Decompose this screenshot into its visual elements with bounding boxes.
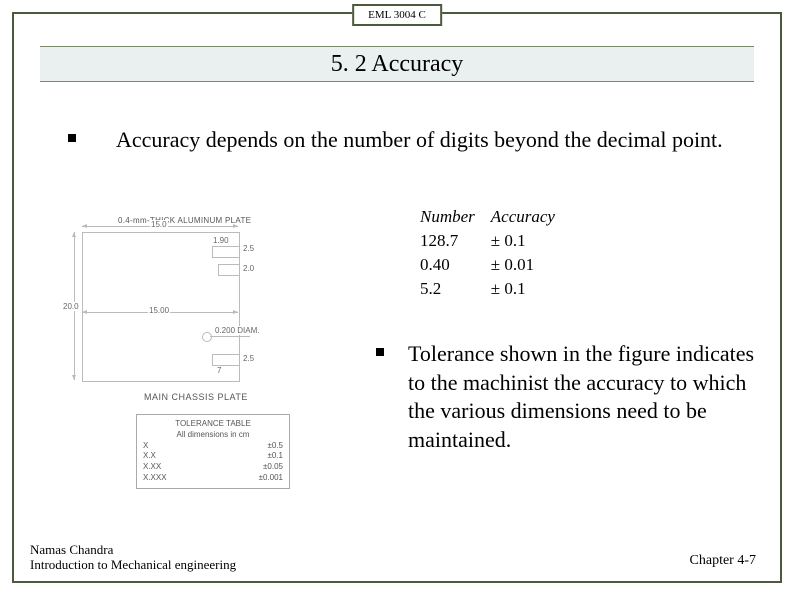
cell-number: 0.40: [420, 254, 489, 276]
dim-label: 2.5: [242, 354, 255, 363]
dim-label: 7: [216, 366, 222, 375]
dim-label: 2.0: [242, 264, 255, 273]
tol-value: ±0.1: [267, 451, 283, 462]
tol-value: ±0.001: [259, 473, 283, 484]
bullet-text-1: Accuracy depends on the number of digits…: [116, 126, 748, 155]
tolerance-header-1: TOLERANCE TABLE: [143, 419, 283, 430]
book-subtitle: Introduction to Mechanical engineering: [30, 557, 236, 573]
tol-pattern: X.XX: [143, 462, 161, 473]
dim-label: 0.200 DIAM.: [214, 326, 260, 335]
bullet-item-2: Tolerance shown in the figure indicates …: [376, 340, 776, 454]
tolerance-table: TOLERANCE TABLE All dimensions in cm X ±…: [136, 414, 290, 489]
figure-title: MAIN CHASSIS PLATE: [144, 392, 248, 402]
course-tag: EML 3004 C: [352, 4, 442, 26]
tol-value: ±0.5: [267, 441, 283, 452]
cell-accuracy: ± 0.1: [491, 230, 569, 252]
bullet-icon: [68, 134, 76, 142]
dim-label: 20.0: [62, 302, 80, 311]
hole-icon: [202, 332, 212, 342]
tol-pattern: X: [143, 441, 148, 452]
slide-title: 5. 2 Accuracy: [40, 46, 754, 82]
tolerance-row: X.XXX ±0.001: [143, 473, 283, 484]
dim-label: 15.0: [150, 220, 168, 229]
author-name: Namas Chandra: [30, 542, 236, 558]
footer-right: Chapter 4-7: [690, 553, 756, 569]
tolerance-row: X ±0.5: [143, 441, 283, 452]
table-row: 0.40 ± 0.01: [420, 254, 569, 276]
cell-accuracy: ± 0.01: [491, 254, 569, 276]
bullet-item-1: Accuracy depends on the number of digits…: [68, 126, 748, 155]
tol-value: ±0.05: [263, 462, 283, 473]
bullet-icon: [376, 348, 384, 356]
tol-pattern: X.XXX: [143, 473, 167, 484]
cell-accuracy: ± 0.1: [491, 278, 569, 300]
tolerance-row: X.X ±0.1: [143, 451, 283, 462]
figure-top-note: 0.4-mm-THICK ALUMINUM PLATE: [118, 216, 251, 225]
tolerance-header-2: All dimensions in cm: [143, 430, 283, 441]
table-row: 5.2 ± 0.1: [420, 278, 569, 300]
dim-label: 1.90: [212, 236, 230, 245]
table-row: 128.7 ± 0.1: [420, 230, 569, 252]
cell-number: 128.7: [420, 230, 489, 252]
slide: EML 3004 C 5. 2 Accuracy Accuracy depend…: [0, 0, 794, 595]
col-header-accuracy: Accuracy: [491, 206, 569, 228]
cell-number: 5.2: [420, 278, 489, 300]
dim-label: 15.00: [148, 306, 170, 315]
footer-left: Namas Chandra Introduction to Mechanical…: [30, 542, 236, 573]
engineering-drawing: 0.4-mm-THICK ALUMINUM PLATE 15.0 20.0 1.…: [62, 216, 352, 506]
tolerance-row: X.XX ±0.05: [143, 462, 283, 473]
dim-label: 2.5: [242, 244, 255, 253]
tol-pattern: X.X: [143, 451, 156, 462]
bullet-text-2: Tolerance shown in the figure indicates …: [408, 340, 758, 454]
accuracy-table: Number Accuracy 128.7 ± 0.1 0.40 ± 0.01 …: [418, 204, 571, 302]
col-header-number: Number: [420, 206, 489, 228]
